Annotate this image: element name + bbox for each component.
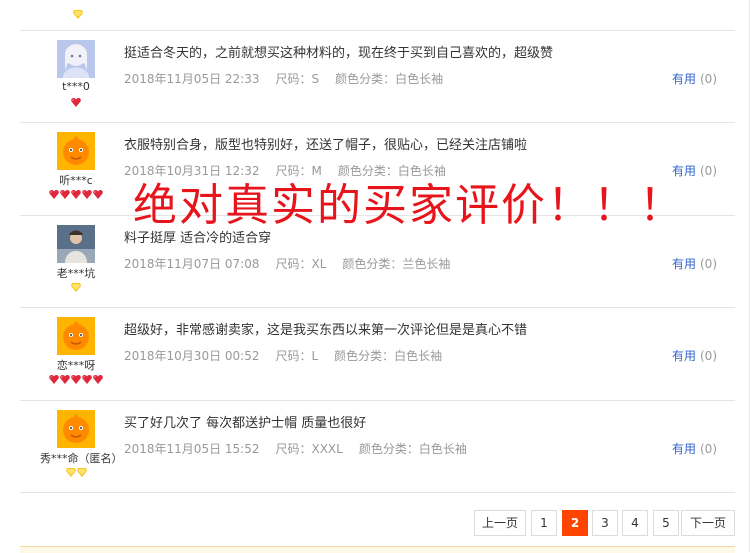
useful-button[interactable]: 有用 (0): [672, 70, 717, 87]
page-5-button[interactable]: 5: [653, 510, 679, 536]
useful-count: (0): [700, 442, 717, 456]
review-date: 2018年11月07日 07:08: [124, 257, 260, 271]
useful-count: (0): [700, 72, 717, 86]
user-avatar[interactable]: [57, 225, 95, 263]
review-text: 超级好，非常感谢卖家，这是我买东西以来第一次评论但是是真心不错: [124, 323, 528, 338]
review-size: 尺码：L: [275, 349, 319, 363]
red-heart-badge-icon: [60, 185, 71, 204]
review-item: t***0 挺适合冬天的，之前就想买这种材料的，现在终于买到自己喜欢的，超级赞 20…: [20, 30, 735, 123]
prev-page-button[interactable]: 上一页: [474, 510, 526, 536]
page-2-button[interactable]: 2: [562, 510, 588, 536]
review-color: 颜色分类：白色长袖: [335, 72, 444, 86]
previous-review-tail: [20, 0, 735, 31]
user-avatar[interactable]: [57, 317, 95, 355]
user-avatar[interactable]: [57, 410, 95, 448]
red-heart-badge-icon: [60, 370, 71, 389]
useful-button[interactable]: 有用 (0): [672, 440, 717, 457]
review-size: 尺码：XXXL: [275, 442, 343, 456]
yellow-diamond-icon: [76, 463, 87, 482]
yellow-diamond-icon: [65, 463, 76, 482]
yellow-diamond-icon: [72, 10, 83, 29]
user-level-badges: [20, 375, 132, 385]
user-level-badges: [20, 283, 132, 293]
review-text: 挺适合冬天的，之前就想买这种材料的，现在终于买到自己喜欢的，超级赞: [124, 46, 554, 61]
review-date: 2018年10月30日 00:52: [124, 349, 260, 363]
red-heart-badge-icon: [71, 370, 82, 389]
useful-label[interactable]: 有用: [672, 72, 696, 86]
username: t***0: [62, 80, 90, 93]
user-level-badges: [20, 190, 132, 200]
review-size: 尺码：XL: [275, 257, 327, 271]
review-text: 买了好几次了 每次都送护士帽 质量也很好: [124, 416, 367, 431]
user-level-badges: [20, 98, 132, 108]
red-heart-badge-icon: [71, 185, 82, 204]
review-meta: 2018年11月05日 15:52 尺码：XXXL 颜色分类：白色长袖: [124, 440, 467, 457]
page-3-button[interactable]: 3: [592, 510, 618, 536]
user-avatar[interactable]: [57, 40, 95, 78]
page-4-button[interactable]: 4: [622, 510, 648, 536]
useful-label[interactable]: 有用: [672, 349, 696, 363]
red-heart-badge-icon: [49, 185, 60, 204]
useful-label[interactable]: 有用: [672, 257, 696, 271]
review-meta: 2018年10月30日 00:52 尺码：L 颜色分类：白色长袖: [124, 347, 442, 364]
yellow-diamond-icon: [71, 278, 82, 297]
review-date: 2018年11月05日 22:33: [124, 72, 260, 86]
useful-count: (0): [700, 349, 717, 363]
useful-count: (0): [700, 164, 717, 178]
review-color: 颜色分类：白色长袖: [358, 442, 467, 456]
next-page-button[interactable]: 下一页: [681, 510, 735, 536]
user-level-badges: [20, 468, 132, 478]
promo-overlay-text: 绝对真实的买家评价！！！: [133, 180, 685, 231]
review-item: 秀***命（匿名） 买了好几次了 每次都送护士帽 质量也很好 2018年11月05日…: [20, 400, 735, 493]
review-meta: 2018年11月05日 22:33 尺码：S 颜色分类：白色长袖: [124, 70, 443, 87]
user-avatar[interactable]: [57, 132, 95, 170]
useful-label[interactable]: 有用: [672, 442, 696, 456]
review-date: 2018年11月05日 15:52: [124, 442, 260, 456]
review-meta: 2018年11月07日 07:08 尺码：XL 颜色分类：兰色长袖: [124, 255, 450, 272]
red-heart-badge-icon: [93, 185, 104, 204]
red-heart-badge-icon: [82, 370, 93, 389]
red-heart-badge-icon: [71, 93, 82, 112]
review-size: 尺码：S: [275, 72, 320, 86]
review-color: 颜色分类：兰色长袖: [342, 257, 451, 271]
review-item: 恋***呀 超级好，非常感谢卖家，这是我买东西以来第一次评论但是是真心不错 2018…: [20, 307, 735, 401]
useful-button[interactable]: 有用 (0): [672, 347, 717, 364]
red-heart-badge-icon: [82, 185, 93, 204]
useful-button[interactable]: 有用 (0): [672, 255, 717, 272]
review-text: 衣服特别合身，版型也特别好，还送了帽子，很贴心，已经关注店铺啦: [124, 138, 528, 153]
page-1-button[interactable]: 1: [531, 510, 557, 536]
red-heart-badge-icon: [93, 370, 104, 389]
red-heart-badge-icon: [49, 370, 60, 389]
review-color: 颜色分类：白色长袖: [334, 349, 443, 363]
useful-count: (0): [700, 257, 717, 271]
